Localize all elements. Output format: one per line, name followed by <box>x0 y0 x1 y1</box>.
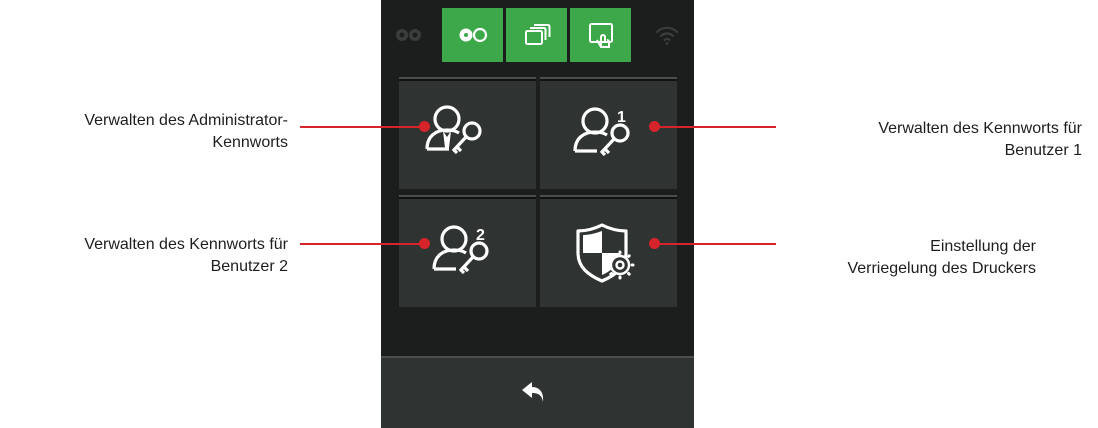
user2-callout-line <box>300 243 424 245</box>
annotation-line: Verwalten des Kennworts für <box>878 120 1082 137</box>
printer-lock-callout-line <box>656 243 776 245</box>
svg-text:1: 1 <box>617 109 626 126</box>
user2-key-icon: 2 <box>432 225 489 275</box>
back-arrow-icon[interactable] <box>518 378 558 408</box>
wifi-icon <box>647 8 687 62</box>
user1-password-annotation: Verwalten des Kennworts für Benutzer 1 <box>780 118 1082 162</box>
printer-lock-annotation: Einstellung der Verriegelung des Drucker… <box>780 236 1036 280</box>
annotation-line: Benutzer 2 <box>210 258 288 275</box>
user1-callout-dot <box>649 121 660 132</box>
printer-lock-callout-dot <box>649 238 660 249</box>
annotation-line: Verwalten des Administrator- <box>84 112 288 129</box>
user2-password-tile[interactable]: 2 <box>399 195 536 307</box>
bottom-bar <box>381 356 694 428</box>
annotation-line: Kennworts <box>212 134 288 151</box>
ribbon-icon[interactable] <box>442 8 503 62</box>
annotation-line: Verwalten des Kennworts für <box>84 236 288 253</box>
admin-callout-dot <box>419 121 430 132</box>
annotation-line: Benutzer 1 <box>1004 142 1082 159</box>
ribbon-cassette-icon <box>389 8 429 62</box>
admin-password-annotation: Verwalten des Administrator- Kennworts <box>0 110 288 154</box>
user2-password-annotation: Verwalten des Kennworts für Benutzer 2 <box>0 234 288 278</box>
card-stack-icon[interactable] <box>506 8 567 62</box>
annotation-line: Verriegelung des Druckers <box>847 260 1036 277</box>
status-bar <box>381 8 694 62</box>
user1-callout-line <box>656 126 776 128</box>
admin-password-tile[interactable] <box>399 77 536 189</box>
annotation-line: Einstellung der <box>930 238 1036 255</box>
svg-text:2: 2 <box>476 227 485 244</box>
user1-key-icon: 1 <box>573 107 630 157</box>
admin-key-icon <box>425 105 482 155</box>
user2-callout-dot <box>419 238 430 249</box>
shield-gear-icon <box>576 223 635 283</box>
admin-callout-line <box>300 126 424 128</box>
user1-password-tile[interactable]: 1 <box>540 77 677 189</box>
touch-card-icon[interactable] <box>570 8 631 62</box>
printer-lock-tile[interactable] <box>540 195 677 307</box>
printer-screen: 1 2 <box>381 0 694 428</box>
